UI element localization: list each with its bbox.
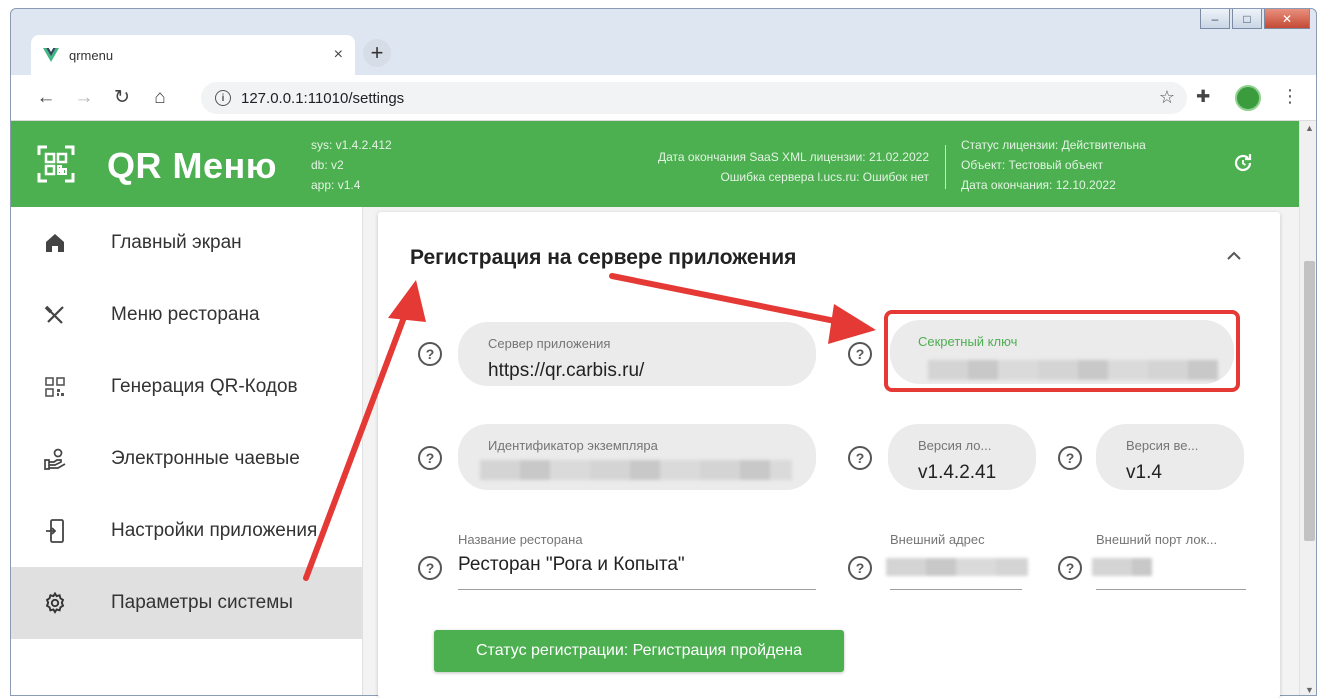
site-info-icon[interactable]: i [215, 90, 231, 106]
local-version-label: Версия ло... [918, 438, 992, 453]
extensions-icon[interactable]: ✚ [1196, 87, 1210, 107]
scroll-down-icon[interactable]: ▼ [1305, 685, 1314, 695]
restaurant-name-value[interactable]: Ресторан "Рога и Копыта" [458, 554, 685, 576]
license-status: Статус лицензии: Действительна [961, 138, 1146, 152]
address-bar[interactable]: i 127.0.0.1:11010/settings ☆ [201, 82, 1187, 114]
scroll-up-icon[interactable]: ▲ [1305, 123, 1314, 133]
external-address-label: Внешний адрес [890, 532, 985, 547]
annotation-highlight-box [884, 310, 1240, 392]
instance-id-field[interactable]: Идентификатор экземпляра [458, 424, 816, 490]
app-header: QR Меню sys: v1.4.2.412 db: v2 app: v1.4… [11, 121, 1299, 207]
restaurant-name-label: Название ресторана [458, 532, 583, 547]
qr-logo-icon [37, 145, 75, 183]
hand-tip-icon [43, 447, 67, 471]
vue-logo-icon [43, 48, 59, 62]
local-version-field[interactable]: Версия ло... v1.4.2.41 [888, 424, 1036, 490]
saas-license-end: Дата окончания SaaS XML лицензии: 21.02.… [658, 150, 929, 164]
external-port-value-redacted[interactable] [1092, 558, 1152, 576]
instance-id-value-redacted[interactable] [480, 460, 792, 480]
collapse-chevron-icon[interactable] [1224, 246, 1244, 266]
sidebar-item-tips[interactable]: Электронные чаевые [11, 423, 363, 495]
utensils-icon [43, 303, 67, 327]
page-scrollbar[interactable]: ▲ ▼ [1299, 121, 1316, 695]
app-settings-icon [43, 519, 67, 543]
sys-version: sys: v1.4.2.412 [311, 138, 392, 152]
sidebar-item-system-params[interactable]: Параметры системы [11, 567, 363, 639]
help-icon[interactable]: ? [848, 556, 872, 580]
new-tab-button[interactable]: + [363, 39, 391, 67]
external-address-value-redacted[interactable] [886, 558, 1028, 576]
app-server-field[interactable]: Сервер приложения https://qr.carbis.ru/ [458, 322, 816, 386]
bookmark-star-icon[interactable]: ☆ [1159, 87, 1175, 108]
help-icon[interactable]: ? [418, 556, 442, 580]
sidebar-item-app-settings[interactable]: Настройки приложения [11, 495, 363, 567]
app-version: app: v1.4 [311, 178, 361, 192]
help-icon[interactable]: ? [848, 342, 872, 366]
header-divider [945, 145, 946, 189]
sidebar-item-label: Меню ресторана [111, 304, 260, 325]
local-version-value[interactable]: v1.4.2.41 [918, 462, 996, 484]
object-name: Объект: Тестовый объект [961, 158, 1104, 172]
version-info: sys: v1.4.2.412 db: v2 app: v1.4 [311, 135, 392, 195]
browser-toolbar: ← → ↻ ⌂ i 127.0.0.1:11010/settings ☆ ✚ ⋮ [11, 75, 1316, 121]
web-version-label: Версия ве... [1126, 438, 1199, 453]
app-server-label: Сервер приложения [488, 336, 611, 351]
tab-close-icon[interactable]: × [334, 46, 343, 64]
help-icon[interactable]: ? [418, 342, 442, 366]
sidebar-item-menu[interactable]: Меню ресторана [11, 279, 363, 351]
instance-id-label: Идентификатор экземпляра [488, 438, 658, 453]
tab-strip: qrmenu × + [11, 9, 1316, 79]
sidebar-item-qr[interactable]: Генерация QR-Кодов [11, 351, 363, 423]
sidebar-item-label: Настройки приложения [111, 520, 318, 541]
registration-status-button[interactable]: Статус регистрации: Регистрация пройдена [434, 630, 844, 672]
sidebar-item-label: Параметры системы [111, 592, 293, 613]
external-port-field[interactable]: Внешний порт лок... [1092, 532, 1246, 590]
tab-title: qrmenu [69, 47, 114, 63]
sidebar-item-label: Главный экран [111, 232, 242, 253]
qr-code-icon [43, 375, 67, 399]
back-button[interactable]: ← [33, 85, 59, 111]
help-icon[interactable]: ? [418, 446, 442, 470]
scrollbar-thumb[interactable] [1304, 261, 1315, 541]
section-title: Регистрация на сервере приложения [410, 246, 797, 269]
brand-title: QR Меню [107, 145, 277, 186]
help-icon[interactable]: ? [1058, 446, 1082, 470]
sidebar: Главный экран Меню ресторана Генерация Q… [11, 207, 363, 695]
restaurant-name-field[interactable]: Название ресторана Ресторан "Рога и Копы… [458, 532, 816, 590]
gear-icon [43, 591, 67, 615]
registration-card: Регистрация на сервере приложения ? Серв… [378, 212, 1280, 698]
home-button[interactable]: ⌂ [147, 85, 173, 111]
reload-button[interactable]: ↻ [109, 85, 135, 111]
external-address-field[interactable]: Внешний адрес [886, 532, 1028, 590]
help-icon[interactable]: ? [1058, 556, 1082, 580]
sidebar-item-label: Генерация QR-Кодов [111, 376, 298, 397]
browser-tab[interactable]: qrmenu × [31, 35, 355, 75]
web-version-field[interactable]: Версия ве... v1.4 [1096, 424, 1244, 490]
db-version: db: v2 [311, 158, 344, 172]
license-end: Дата окончания: 12.10.2022 [961, 178, 1116, 192]
profile-avatar[interactable] [1235, 85, 1261, 111]
browser-menu-icon[interactable]: ⋮ [1281, 86, 1299, 107]
app-server-value[interactable]: https://qr.carbis.ru/ [488, 360, 644, 382]
sidebar-item-home[interactable]: Главный экран [11, 207, 363, 279]
server-error-status: Ошибка сервера l.ucs.ru: Ошибок нет [720, 170, 929, 184]
saas-license-info: Дата окончания SaaS XML лицензии: 21.02.… [658, 147, 929, 187]
external-port-label: Внешний порт лок... [1096, 532, 1218, 547]
refresh-icon[interactable] [1231, 151, 1255, 175]
url-text[interactable]: 127.0.0.1:11010/settings [241, 90, 404, 107]
web-version-value[interactable]: v1.4 [1126, 462, 1162, 484]
forward-button[interactable]: → [71, 85, 97, 111]
sidebar-item-label: Электронные чаевые [111, 448, 300, 469]
home-icon [43, 231, 67, 255]
license-status-info: Статус лицензии: Действительна Объект: Т… [961, 135, 1146, 195]
help-icon[interactable]: ? [848, 446, 872, 470]
